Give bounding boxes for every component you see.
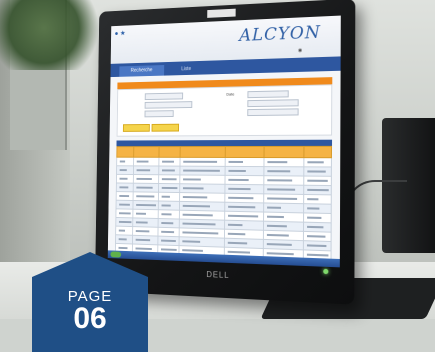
table-cell (158, 183, 180, 193)
table-cell (303, 157, 332, 167)
search-field-4[interactable] (247, 99, 299, 108)
reset-button[interactable] (151, 123, 180, 132)
table-cell (158, 157, 181, 167)
table-cell (225, 166, 264, 176)
table-cell (158, 192, 180, 202)
page-badge-number: 06 (73, 302, 107, 335)
monitor-sticker (207, 8, 236, 18)
app-logo: ALCYON (239, 22, 321, 46)
table-cell (179, 157, 226, 167)
table-cell (303, 185, 332, 195)
table-cell (115, 208, 134, 218)
power-led (323, 268, 329, 275)
background-plant (0, 0, 110, 70)
table-cell (303, 194, 332, 205)
table-cell (224, 175, 264, 185)
col-header[interactable] (303, 146, 332, 158)
search-field-2[interactable] (144, 101, 193, 109)
table-cell (116, 182, 134, 192)
header-home-icon[interactable]: ● ★ (115, 29, 126, 37)
main-content: Date (115, 77, 333, 268)
search-field-5[interactable] (247, 108, 299, 117)
table-cell (263, 175, 304, 186)
table-cell (303, 166, 332, 177)
col-header[interactable] (225, 146, 264, 158)
page-badge: PAGE 06 (32, 252, 148, 352)
search-field-3[interactable] (144, 110, 174, 118)
col-header[interactable] (116, 146, 134, 158)
date-field[interactable] (247, 90, 289, 99)
table-cell (116, 165, 134, 175)
col-header[interactable] (158, 146, 181, 158)
table-cell (158, 174, 180, 184)
table-cell (133, 165, 159, 175)
table-cell (116, 200, 134, 210)
tab-recherche[interactable]: Recherche (119, 65, 165, 77)
table-cell (116, 191, 134, 201)
table-cell (225, 157, 264, 167)
table-header-row (116, 146, 332, 158)
table-cell (116, 174, 134, 184)
monitor-brand: DELL (206, 269, 230, 281)
table-cell (133, 174, 159, 184)
table-cell (116, 157, 134, 166)
search-button[interactable] (122, 123, 150, 132)
results-table (115, 146, 332, 268)
col-header[interactable] (133, 146, 159, 158)
col-header[interactable] (180, 146, 226, 158)
search-form: Date (116, 84, 333, 137)
header-user-icon[interactable]: ◉ (298, 48, 302, 54)
table-cell (263, 157, 304, 167)
tab-liste[interactable]: Liste (168, 64, 205, 76)
date-label: Date (226, 91, 235, 97)
table-cell (179, 166, 226, 176)
table-cell (263, 166, 304, 177)
screen: ● ★ ALCYON ◉ Recherche Liste Date (107, 15, 341, 268)
table-cell (133, 157, 159, 167)
table-cell (133, 183, 159, 193)
search-field-1[interactable] (144, 92, 184, 101)
table-cell (158, 166, 180, 175)
header-subtitle (116, 46, 179, 48)
table-cell (303, 176, 332, 186)
col-header[interactable] (263, 146, 304, 158)
